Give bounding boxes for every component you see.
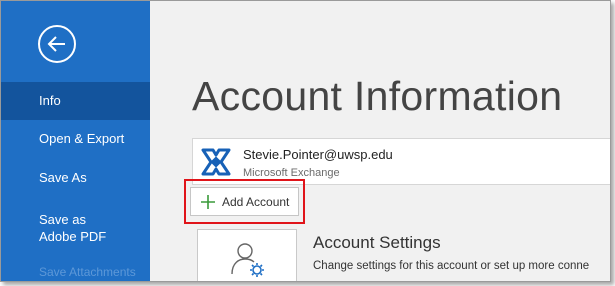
backstage-content: Account Information Stevie.Pointer@uwsp.… bbox=[150, 1, 610, 281]
nav-item-save-as-adobe-pdf[interactable]: Save as Adobe PDF bbox=[1, 209, 150, 249]
nav-item-save-as[interactable]: Save As bbox=[1, 159, 150, 197]
nav-item-label: Info bbox=[39, 93, 61, 108]
account-type: Microsoft Exchange bbox=[243, 167, 340, 179]
nav-item-save-attachments[interactable]: Save Attachments bbox=[1, 253, 150, 281]
user-settings-icon bbox=[231, 243, 264, 277]
account-settings-title: Account Settings bbox=[313, 233, 441, 252]
plus-icon bbox=[201, 195, 215, 209]
account-email: Stevie.Pointer@uwsp.edu bbox=[243, 147, 393, 162]
nav-item-open-export[interactable]: Open & Export bbox=[1, 120, 150, 158]
account-settings-description: Change settings for this account or set … bbox=[313, 260, 590, 272]
account-settings-button[interactable] bbox=[197, 229, 297, 281]
back-button[interactable] bbox=[38, 25, 76, 63]
back-arrow-icon bbox=[47, 36, 65, 52]
nav-item-info[interactable]: Info bbox=[1, 82, 150, 120]
add-account-button[interactable]: Add Account bbox=[190, 187, 299, 216]
outlook-backstage-window: Info Open & Export Save As Save as Adobe… bbox=[0, 0, 611, 282]
add-account-label: Add Account bbox=[222, 195, 290, 209]
page-title: Account Information bbox=[192, 73, 563, 119]
exchange-icon bbox=[201, 148, 231, 176]
account-selector[interactable]: Stevie.Pointer@uwsp.edu Microsoft Exchan… bbox=[192, 138, 610, 185]
nav-item-label: Save As bbox=[39, 170, 87, 185]
nav-item-label: Save as Adobe PDF bbox=[39, 212, 107, 244]
nav-item-label: Save Attachments bbox=[39, 265, 136, 279]
backstage-sidebar: Info Open & Export Save As Save as Adobe… bbox=[1, 1, 150, 281]
nav-item-label: Open & Export bbox=[39, 131, 125, 146]
